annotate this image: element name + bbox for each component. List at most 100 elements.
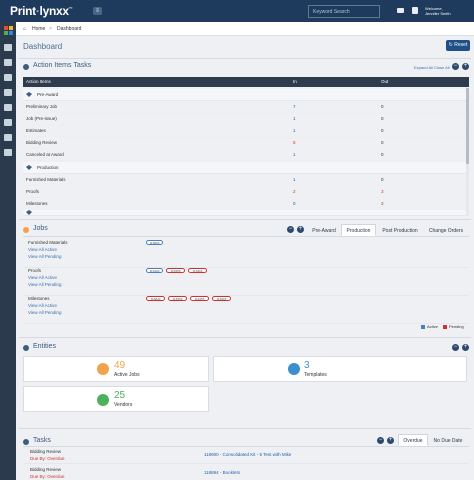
- layers-icon: [26, 210, 32, 215]
- task-row[interactable]: Bidding Review Due By: Overdue 118894 - …: [23, 465, 469, 480]
- app-logo[interactable]: Print·lynxx™: [10, 4, 73, 18]
- top-navbar: Print·lynxx™ ≡ Keyword Search Welcome, J…: [0, 0, 474, 22]
- task-row[interactable]: Bidding Review Due By: Overdue 118900 - …: [23, 447, 469, 464]
- mail-icon[interactable]: [397, 8, 404, 13]
- close-all-link[interactable]: Close All: [434, 65, 450, 70]
- settings-icon[interactable]: [4, 89, 12, 96]
- view-all-pending-link[interactable]: View All Pending: [28, 282, 61, 287]
- move-icon[interactable]: +: [462, 344, 469, 351]
- legend-pending: Pending: [443, 324, 464, 329]
- task-link[interactable]: 118900 - Consolidated Kit - 5 Test with …: [204, 452, 291, 457]
- divider: [19, 428, 471, 429]
- tasks-title: Tasks: [33, 437, 51, 444]
- briefcase-icon: [97, 363, 109, 375]
- entities-title: Entities: [33, 343, 56, 350]
- action-items-title: Action Items Tasks: [33, 62, 92, 69]
- list-item: Furnished Materials View All Active View…: [23, 238, 469, 268]
- table-row[interactable]: Furnished Materials 1 0: [23, 174, 469, 186]
- entity-card-active-jobs[interactable]: 49 Active Jobs: [23, 356, 209, 382]
- menu-toggle-icon[interactable]: ≡: [93, 7, 102, 15]
- collapse-icon[interactable]: −: [377, 437, 384, 444]
- tab-change-orders[interactable]: Change Orders: [424, 224, 468, 236]
- view-all-pending-link[interactable]: View All Pending: [28, 254, 61, 259]
- job-pill[interactable]: 116493: [188, 268, 207, 273]
- list-item: Milestones View All Active View All Pend…: [23, 294, 469, 324]
- tab-no-due-date[interactable]: No Due Date: [429, 434, 467, 446]
- tabs-divider: [23, 236, 469, 237]
- job-pill[interactable]: 116493: [212, 296, 231, 301]
- table-row[interactable]: Bidding Review 5 0: [23, 137, 469, 149]
- view-all-active-link[interactable]: View All Active: [28, 247, 57, 252]
- collapse-icon[interactable]: −: [287, 226, 294, 233]
- entity-card-templates[interactable]: 3 Templates: [213, 356, 467, 382]
- job-pill[interactable]: 116890: [146, 240, 163, 245]
- jobs-icon[interactable]: [4, 59, 12, 66]
- tab-post-production[interactable]: Post Production: [378, 224, 422, 236]
- tab-overdue[interactable]: Overdue: [398, 434, 428, 446]
- check-icon: [23, 64, 29, 70]
- profile-icon[interactable]: [412, 7, 418, 14]
- table-row[interactable]: Proofs 2 3: [23, 186, 469, 198]
- table-row[interactable]: Milestones 0 3: [23, 198, 469, 210]
- divider: [19, 58, 471, 59]
- tab-production[interactable]: Production: [341, 224, 376, 236]
- action-items-header: Action Items In Out: [23, 77, 469, 87]
- documents-icon[interactable]: [4, 104, 12, 111]
- view-all-pending-link[interactable]: View All Pending: [28, 310, 61, 315]
- view-all-active-link[interactable]: View All Active: [28, 275, 57, 280]
- task-link[interactable]: 118894 - Booklets: [204, 470, 240, 475]
- job-pill[interactable]: 116490: [146, 268, 163, 273]
- job-pill[interactable]: 116456: [190, 296, 209, 301]
- divider: [19, 337, 471, 338]
- info-icon[interactable]: [4, 149, 12, 156]
- group-partial: [23, 210, 469, 216]
- expand-all-link[interactable]: Expand All: [414, 65, 433, 70]
- breadcrumb: ⌂ Home > Dashboard: [16, 22, 474, 36]
- legend-active: Active: [421, 324, 438, 329]
- group-pre-award[interactable]: Pre-Award: [23, 89, 469, 101]
- breadcrumb-current: Dashboard: [57, 26, 82, 32]
- job-pill[interactable]: 116359: [168, 296, 187, 301]
- scrollbar-thumb[interactable]: [466, 88, 469, 164]
- briefcase-icon: [23, 227, 29, 233]
- document-icon: [288, 363, 300, 375]
- reports-icon[interactable]: [4, 119, 12, 126]
- move-icon[interactable]: +: [462, 63, 469, 70]
- job-pill[interactable]: 115840: [146, 296, 165, 301]
- vendor-icon: [97, 394, 109, 406]
- tasks-icon: [23, 439, 29, 445]
- list-item: Proofs View All Active View All Pending …: [23, 266, 469, 296]
- breadcrumb-home[interactable]: Home: [32, 26, 45, 32]
- table-row[interactable]: Canceled at Award 1 0: [23, 149, 469, 161]
- collapse-icon[interactable]: −: [452, 344, 459, 351]
- tab-pre-award[interactable]: Pre-Award: [308, 224, 340, 236]
- list-icon[interactable]: [4, 134, 12, 141]
- move-icon[interactable]: +: [297, 226, 304, 233]
- table-row[interactable]: Preliminary Job 7 0: [23, 101, 469, 113]
- jobs-title: Jobs: [33, 225, 48, 232]
- divider: [19, 219, 471, 220]
- job-pill[interactable]: 116359: [166, 268, 185, 273]
- building-icon: [23, 345, 29, 351]
- scrollbar[interactable]: [466, 88, 469, 216]
- user-welcome[interactable]: Welcome, Jennifer Smith: [425, 6, 451, 16]
- reset-button[interactable]: ↻ Reset: [446, 40, 470, 51]
- group-production[interactable]: Production: [23, 162, 469, 174]
- entity-card-vendors[interactable]: 25 Vendors: [23, 386, 209, 412]
- home-icon[interactable]: ⌂: [23, 26, 26, 32]
- apps-grid-icon[interactable]: [4, 26, 13, 35]
- keyword-search-input[interactable]: Keyword Search: [308, 5, 380, 18]
- page-title: Dashboard: [23, 42, 63, 51]
- sidebar: [0, 22, 16, 480]
- table-row[interactable]: Estimates 1 0: [23, 125, 469, 137]
- active-swatch: [421, 324, 425, 329]
- home-icon[interactable]: [4, 44, 12, 51]
- layers-icon: [26, 92, 32, 97]
- table-row[interactable]: Job (Pre-Issue) 1 0: [23, 113, 469, 125]
- move-icon[interactable]: +: [387, 437, 394, 444]
- layers-icon: [26, 165, 32, 170]
- collapse-icon[interactable]: −: [452, 63, 459, 70]
- view-all-active-link[interactable]: View All Active: [28, 303, 57, 308]
- network-icon[interactable]: [4, 74, 12, 81]
- pending-swatch: [443, 324, 447, 329]
